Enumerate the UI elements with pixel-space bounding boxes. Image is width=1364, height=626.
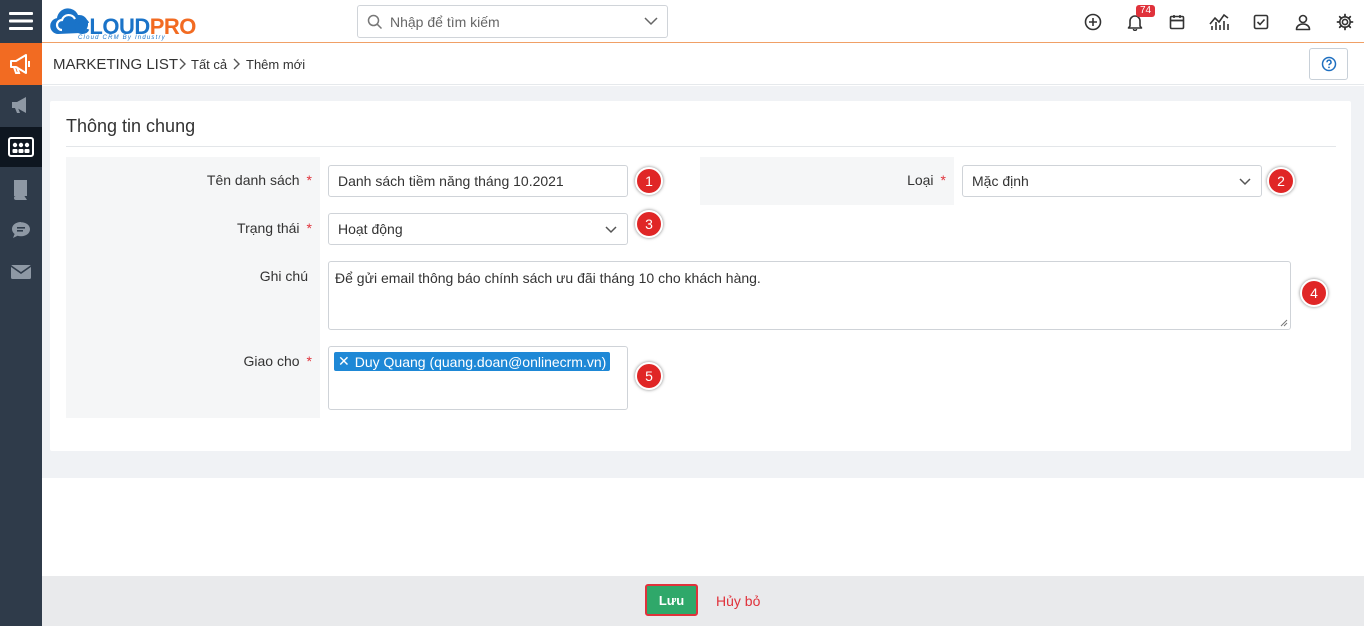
step-marker-5: 5 — [635, 362, 663, 390]
help-button[interactable] — [1309, 48, 1348, 80]
breadcrumb: MARKETING LIST Tất cả Thêm mới — [42, 44, 1364, 85]
chevron-right-icon — [179, 58, 186, 70]
content-area: Thông tin chung Tên danh sách * Danh sách… — [42, 86, 1364, 478]
gear-icon — [1336, 13, 1354, 31]
resize-handle-icon[interactable] — [1280, 319, 1288, 327]
step-marker-3: 3 — [635, 210, 663, 238]
chevron-down-icon[interactable] — [644, 17, 658, 26]
chart-line-icon — [1209, 13, 1229, 30]
step-marker-4: 4 — [1300, 279, 1328, 307]
calendar-button[interactable] — [1167, 12, 1187, 32]
remove-tag-icon[interactable]: ✕ — [338, 353, 350, 370]
calendar-icon — [1169, 15, 1185, 30]
question-circle-icon — [1321, 56, 1336, 72]
sidebar-item-email[interactable] — [0, 252, 42, 292]
sidebar-item-marketing-module[interactable] — [0, 43, 42, 85]
assignee-tag: ✕ Duy Quang (quang.doan@onlinecrm.vn) — [334, 352, 611, 371]
user-profile-button[interactable] — [1293, 12, 1313, 32]
step-marker-1: 1 — [635, 167, 663, 195]
tasks-button[interactable] — [1251, 12, 1271, 32]
footer-bar: Lưu Hủy bỏ — [42, 576, 1364, 626]
bullhorn-icon — [12, 97, 26, 113]
list-name-field[interactable]: Danh sách tiềm năng tháng 10.2021 — [328, 165, 628, 197]
note-label: Ghi chú — [259, 268, 308, 284]
chevron-right-icon — [233, 58, 240, 70]
search-input[interactable] — [390, 12, 630, 32]
envelope-icon — [10, 265, 32, 279]
chevron-down-icon — [1239, 178, 1251, 186]
breadcrumb-add-new: Thêm mới — [246, 57, 306, 72]
sidebar-item-campaigns[interactable] — [0, 85, 42, 125]
chat-icon — [12, 222, 30, 238]
book-icon — [14, 180, 27, 200]
left-label-column — [66, 157, 320, 418]
chevron-down-icon — [605, 226, 617, 234]
breadcrumb-all[interactable]: Tất cả — [191, 57, 227, 72]
cloudpro-logo[interactable]: CLOUDPRO Cloud CRM By Industry — [48, 4, 208, 41]
cancel-link[interactable]: Hủy bỏ — [716, 593, 760, 609]
list-name-label: Tên danh sách * — [206, 172, 312, 188]
sidebar-item-marketing-list[interactable] — [0, 127, 42, 167]
hamburger-icon — [9, 12, 33, 30]
user-icon — [1295, 14, 1311, 31]
reports-button[interactable] — [1209, 12, 1229, 32]
sidebar-item-messages[interactable] — [0, 210, 42, 250]
assignee-tag-label: Duy Quang (quang.doan@onlinecrm.vn) — [354, 353, 607, 370]
megaphone-icon — [10, 54, 30, 74]
type-select[interactable]: Mặc định — [962, 165, 1262, 197]
breadcrumb-module[interactable]: MARKETING LIST — [53, 56, 178, 73]
checkbox-icon — [1253, 14, 1269, 30]
notification-count-badge: 74 — [1136, 5, 1156, 17]
top-header: CLOUDPRO Cloud CRM By Industry 74 — [42, 0, 1364, 43]
general-info-card: Thông tin chung Tên danh sách * Danh sách… — [50, 101, 1351, 451]
section-divider — [66, 146, 1336, 147]
assign-label: Giao cho * — [243, 353, 313, 369]
logo-tagline: Cloud CRM By Industry — [78, 35, 166, 41]
status-label: Trạng thái * — [237, 220, 312, 236]
search-icon — [367, 14, 383, 30]
type-label: Loại * — [907, 172, 946, 188]
status-select[interactable]: Hoạt động — [328, 213, 628, 245]
assign-multiselect[interactable]: ✕ Duy Quang (quang.doan@onlinecrm.vn) — [328, 346, 628, 410]
save-button[interactable]: Lưu — [645, 584, 698, 616]
settings-button[interactable] — [1335, 12, 1355, 32]
sidebar — [0, 0, 42, 626]
global-search[interactable] — [357, 5, 668, 38]
hamburger-menu-button[interactable] — [0, 0, 42, 42]
add-button[interactable] — [1083, 12, 1103, 32]
section-title: Thông tin chung — [66, 116, 196, 136]
note-textarea[interactable]: Để gửi email thông báo chính sách ưu đãi… — [328, 261, 1291, 330]
group-icon — [8, 137, 34, 157]
plus-circle-icon — [1084, 13, 1102, 31]
sidebar-item-documents[interactable] — [0, 169, 42, 209]
step-marker-2: 2 — [1267, 167, 1295, 195]
